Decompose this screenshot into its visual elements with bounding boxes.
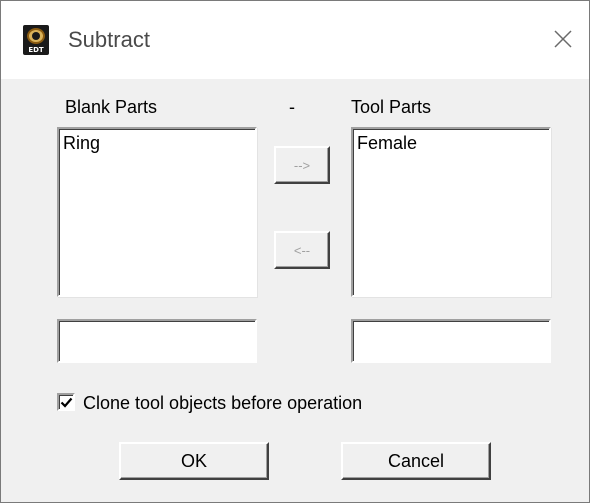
close-button[interactable] (541, 19, 585, 59)
tool-part-name-field[interactable] (351, 319, 551, 363)
tool-parts-label: Tool Parts (351, 97, 432, 117)
separator-label: - (289, 97, 295, 117)
blank-parts-list[interactable]: Ring (57, 127, 257, 297)
ok-button[interactable]: OK (119, 442, 269, 480)
tool-parts-list[interactable]: Female (351, 127, 551, 297)
move-right-button[interactable]: --> (274, 146, 330, 184)
list-item[interactable]: Ring (59, 129, 255, 154)
subtract-dialog: EDT Subtract Blank Parts - Tool Parts Ri… (0, 0, 590, 503)
app-icon-text: EDT (28, 46, 44, 54)
window-title: Subtract (68, 27, 150, 52)
blank-parts-label: Blank Parts (65, 97, 158, 117)
move-left-button[interactable]: <-- (274, 231, 330, 269)
checkmark-icon (60, 397, 73, 408)
cancel-button[interactable]: Cancel (341, 442, 491, 480)
list-item[interactable]: Female (353, 129, 549, 154)
clone-option-label[interactable]: Clone tool objects before operation (83, 393, 362, 414)
app-icon: EDT (23, 25, 49, 55)
close-icon (554, 30, 572, 48)
clone-checkbox[interactable] (57, 393, 75, 411)
blank-part-name-field[interactable] (57, 319, 257, 363)
title-bar[interactable]: EDT Subtract (1, 1, 589, 79)
